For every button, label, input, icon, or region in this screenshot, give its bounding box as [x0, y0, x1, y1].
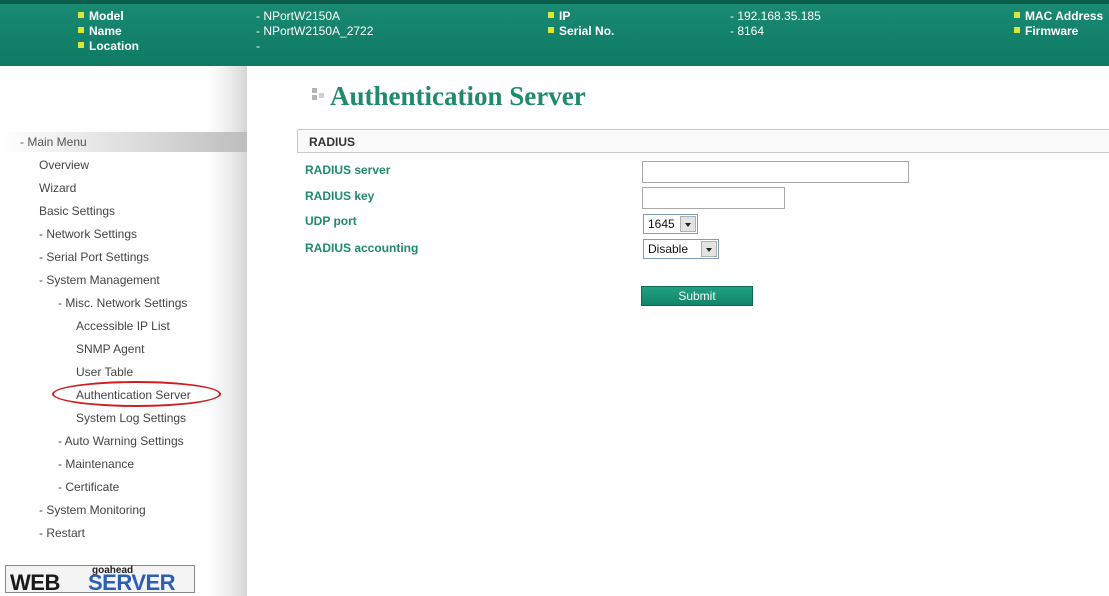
sidebar-item-system-monitoring[interactable]: - System Monitoring — [39, 502, 146, 518]
chevron-down-icon — [685, 223, 691, 227]
sidebar-item-wizard[interactable]: Wizard — [39, 180, 76, 196]
sidebar-item-maintenance[interactable]: - Maintenance — [58, 456, 134, 472]
firmware-label: Firmware — [1025, 24, 1079, 38]
radius-key-input[interactable] — [642, 187, 785, 209]
serial-value: - 8164 — [730, 24, 765, 38]
chevron-down-icon — [706, 248, 712, 252]
section-label: RADIUS — [309, 135, 356, 149]
ip-label: IP — [559, 9, 571, 23]
dropdown-arrow-button[interactable] — [680, 216, 696, 232]
serial-label: Serial No. — [559, 24, 615, 38]
logo-web-text: WEB — [10, 570, 60, 595]
bullet-icon — [548, 27, 554, 33]
bullet-icon — [78, 12, 84, 18]
sidebar-item-restart[interactable]: - Restart — [39, 525, 85, 541]
bullet-icon — [548, 12, 554, 18]
sidebar-item-serial-port-settings[interactable]: - Serial Port Settings — [39, 249, 149, 265]
model-value: - NPortW2150A — [256, 9, 341, 23]
device-info-bar: Model Name Location - NPortW2150A - NPor… — [0, 0, 1109, 66]
sidebar-item-system-log-settings[interactable]: System Log Settings — [76, 410, 186, 426]
udp-port-label: UDP port — [305, 214, 357, 228]
radius-accounting-value: Disable — [648, 242, 689, 256]
title-bullet-icon — [311, 86, 327, 102]
main-menu-header[interactable]: - Main Menu — [0, 132, 247, 152]
sidebar-item-user-table[interactable]: User Table — [76, 364, 133, 380]
sidebar-item-network-settings[interactable]: - Network Settings — [39, 226, 137, 242]
radius-server-label: RADIUS server — [305, 163, 391, 177]
page-title: Authentication Server — [330, 81, 586, 111]
webserver-logo: goahead WEB SERVER — [5, 565, 195, 595]
ip-label-cell: IP — [548, 8, 570, 24]
sidebar-item-accessible-ip-list[interactable]: Accessible IP List — [76, 318, 170, 334]
logo-server-text: SERVER — [88, 570, 176, 595]
sidebar-item-system-management[interactable]: - System Management — [39, 272, 160, 288]
sidebar-item-authentication-server[interactable]: Authentication Server — [76, 387, 191, 403]
submit-button[interactable]: Submit — [641, 286, 753, 306]
bullet-icon — [78, 42, 84, 48]
location-value: - — [256, 39, 260, 53]
location-label-cell: Location — [78, 38, 139, 54]
sidebar-item-snmp-agent[interactable]: SNMP Agent — [76, 341, 144, 357]
radius-accounting-label: RADIUS accounting — [305, 241, 419, 255]
sidebar-item-misc-network-settings[interactable]: - Misc. Network Settings — [58, 295, 187, 311]
name-label-cell: Name — [78, 23, 122, 39]
model-label: Model — [89, 9, 124, 23]
serial-label-cell: Serial No. — [548, 23, 614, 39]
sidebar-item-basic-settings[interactable]: Basic Settings — [39, 203, 115, 219]
ip-value: - 192.168.35.185 — [730, 9, 821, 23]
bullet-icon — [1014, 27, 1020, 33]
firmware-label-cell: Firmware — [1014, 23, 1078, 39]
mac-label: MAC Address — [1025, 9, 1104, 23]
location-label: Location — [89, 39, 139, 53]
bullet-icon — [78, 27, 84, 33]
sidebar-item-certificate[interactable]: - Certificate — [58, 479, 119, 495]
udp-port-value: 1645 — [648, 217, 675, 231]
mac-label-cell: MAC Address — [1014, 8, 1103, 24]
radius-accounting-select[interactable]: Disable — [643, 239, 719, 259]
name-value: - NPortW2150A_2722 — [256, 24, 374, 38]
radius-key-label: RADIUS key — [305, 189, 375, 203]
radius-section-header: RADIUS — [297, 129, 1109, 153]
bullet-icon — [1014, 12, 1020, 18]
sidebar-item-overview[interactable]: Overview — [39, 157, 89, 173]
model-label-cell: Model — [78, 8, 124, 24]
name-label: Name — [89, 24, 122, 38]
udp-port-select[interactable]: 1645 — [643, 214, 698, 234]
radius-server-input[interactable] — [642, 161, 909, 183]
sidebar-item-auto-warning-settings[interactable]: - Auto Warning Settings — [58, 433, 184, 449]
dropdown-arrow-button[interactable] — [701, 241, 717, 257]
